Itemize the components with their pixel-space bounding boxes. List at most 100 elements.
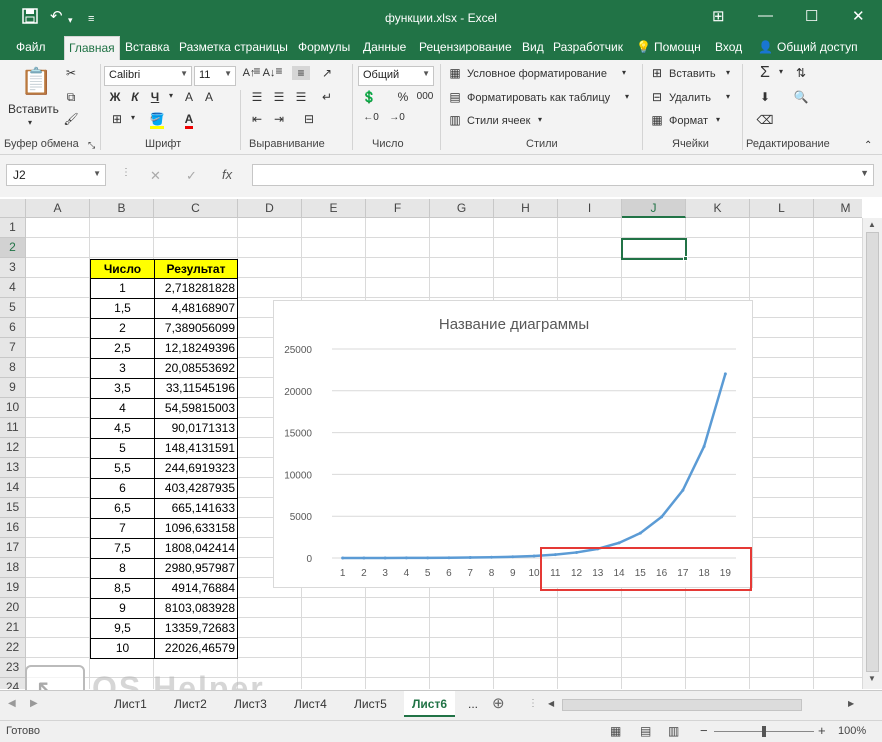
row-header-23[interactable]: 23	[0, 658, 26, 678]
table-cell-result[interactable]: 4,48168907	[154, 299, 238, 319]
col-header-g[interactable]: G	[430, 199, 494, 218]
data-point[interactable]	[362, 556, 366, 560]
delete-cells-icon[interactable]: ⊟	[648, 90, 666, 104]
data-point[interactable]	[617, 541, 621, 545]
data-point[interactable]	[489, 555, 493, 559]
sheet-tab-4[interactable]: Лист4	[294, 691, 327, 717]
cond-format-dropdown-icon[interactable]: ▾	[622, 68, 626, 77]
col-header-b[interactable]: B	[90, 199, 154, 218]
table-cell-number[interactable]: 4,5	[90, 419, 155, 439]
accounting-format-icon[interactable]: 💲	[360, 90, 378, 104]
more-sheets-button[interactable]: ...	[468, 691, 478, 717]
table-cell-number[interactable]: 2	[90, 319, 155, 339]
row-header-17[interactable]: 17	[0, 538, 26, 558]
row-header-10[interactable]: 10	[0, 398, 26, 418]
col-header-k[interactable]: K	[686, 199, 750, 218]
table-cell-result[interactable]: 148,4131591	[154, 439, 238, 459]
sign-in-link[interactable]: Вход	[715, 40, 742, 54]
cancel-entry-button[interactable]: ✕	[150, 168, 161, 184]
name-box[interactable]: J2 ▼	[6, 164, 106, 186]
conditional-formatting-button[interactable]: Условное форматирование	[467, 68, 607, 80]
col-header-e[interactable]: E	[302, 199, 366, 218]
number-format-combo[interactable]: Общий ▼	[358, 66, 434, 86]
conditional-formatting-icon[interactable]: ▦	[446, 66, 464, 80]
delete-cells-button[interactable]: Удалить	[669, 92, 711, 104]
col-header-d[interactable]: D	[238, 199, 302, 218]
font-name-combo[interactable]: Calibri ▼	[104, 66, 192, 86]
col-header-m[interactable]: M	[814, 199, 862, 218]
share-user-icon[interactable]: 👤	[758, 40, 773, 54]
share-button[interactable]: Общий доступ	[777, 40, 858, 54]
align-left-icon[interactable]: ☰	[248, 90, 266, 104]
font-size-combo[interactable]: 11 ▼	[194, 66, 236, 86]
zoom-slider-thumb[interactable]	[762, 726, 766, 737]
font-color-a2-icon[interactable]: A	[200, 90, 218, 104]
row-header-4[interactable]: 4	[0, 278, 26, 298]
decrease-decimal-icon[interactable]: →0	[388, 112, 406, 123]
orientation-icon[interactable]: ↗	[318, 66, 336, 80]
formula-input[interactable]: ▼	[252, 164, 874, 186]
align-right-icon[interactable]: ☰	[292, 90, 310, 104]
copy-icon[interactable]: ⧉	[62, 90, 80, 105]
vertical-scroll-thumb[interactable]	[866, 232, 879, 672]
tab-split-icon[interactable]: ⋮	[528, 691, 538, 717]
autosum-dropdown-icon[interactable]: ▾	[772, 67, 790, 76]
table-cell-result[interactable]: 665,141633	[154, 499, 238, 519]
format-painter-icon[interactable]: 🖌	[62, 112, 80, 126]
data-point[interactable]	[723, 372, 727, 376]
data-point[interactable]	[468, 556, 472, 560]
table-cell-number[interactable]: 8	[90, 559, 155, 579]
col-header-i[interactable]: I	[558, 199, 622, 218]
row-header-5[interactable]: 5	[0, 298, 26, 318]
sheet-tab-6[interactable]: Лист6	[404, 691, 456, 717]
table-cell-number[interactable]: 7	[90, 519, 155, 539]
row-header-18[interactable]: 18	[0, 558, 26, 578]
fill-color-icon[interactable]: 🪣	[148, 112, 166, 129]
data-point[interactable]	[426, 556, 430, 560]
cell-styles-icon[interactable]: ▥	[446, 113, 464, 127]
table-cell-number[interactable]: 4	[90, 399, 155, 419]
row-header-2[interactable]: 2	[0, 238, 26, 258]
table-cell-number[interactable]: 1	[90, 279, 155, 299]
align-top-icon[interactable]: ≡	[248, 64, 266, 78]
table-cell-result[interactable]: 2,718281828	[154, 279, 238, 299]
col-header-f[interactable]: F	[366, 199, 430, 218]
zoom-in-icon[interactable]: +	[818, 723, 826, 738]
table-cell-number[interactable]: 1,5	[90, 299, 155, 319]
row-header-19[interactable]: 19	[0, 578, 26, 598]
data-point[interactable]	[404, 556, 408, 560]
row-header-9[interactable]: 9	[0, 378, 26, 398]
cell-styles-button[interactable]: Стили ячеек	[467, 115, 530, 127]
format-cells-button[interactable]: Формат	[669, 115, 708, 127]
insert-function-button[interactable]: fx	[222, 167, 232, 182]
col-header-a[interactable]: A	[26, 199, 90, 218]
borders-dropdown-icon[interactable]: ▾	[124, 113, 142, 122]
tell-me-box[interactable]: Помощн	[654, 40, 701, 54]
tab-home[interactable]: Главная	[64, 36, 120, 60]
format-as-table-button[interactable]: Форматировать как таблицу	[467, 92, 610, 104]
fill-handle[interactable]	[683, 256, 688, 261]
insert-cells-icon[interactable]: ⊞	[648, 66, 666, 80]
zoom-level[interactable]: 100%	[838, 725, 866, 737]
zoom-out-icon[interactable]: −	[700, 723, 708, 738]
data-point[interactable]	[383, 556, 387, 560]
table-cell-result[interactable]: 7,389056099	[154, 319, 238, 339]
paste-dropdown-icon[interactable]: ▾	[28, 118, 32, 127]
data-point[interactable]	[341, 556, 345, 560]
bold-button[interactable]: Ж	[106, 90, 124, 104]
row-header-22[interactable]: 22	[0, 638, 26, 658]
format-cells-icon[interactable]: ▦	[648, 113, 666, 127]
table-cell-result[interactable]: 12,18249396	[154, 339, 238, 359]
collapse-ribbon-icon[interactable]: ⌃	[864, 140, 872, 151]
sort-filter-icon[interactable]: ⇅	[792, 66, 810, 80]
cut-icon[interactable]: ✂	[62, 66, 80, 80]
line-chart[interactable]: Название диаграммы 0 5000 10000 15000 20000 2…	[273, 300, 753, 588]
sheet-tab-1[interactable]: Лист1	[114, 691, 147, 717]
col-header-h[interactable]: H	[494, 199, 558, 218]
table-cell-result[interactable]: 1808,042414	[154, 539, 238, 559]
table-cell-result[interactable]: 403,4287935	[154, 479, 238, 499]
fill-icon[interactable]: ⬇	[756, 90, 774, 104]
format-as-table-icon[interactable]: ▤	[446, 90, 464, 104]
restore-button[interactable]: ☐	[805, 7, 818, 25]
insert-dropdown-icon[interactable]: ▾	[726, 68, 730, 77]
